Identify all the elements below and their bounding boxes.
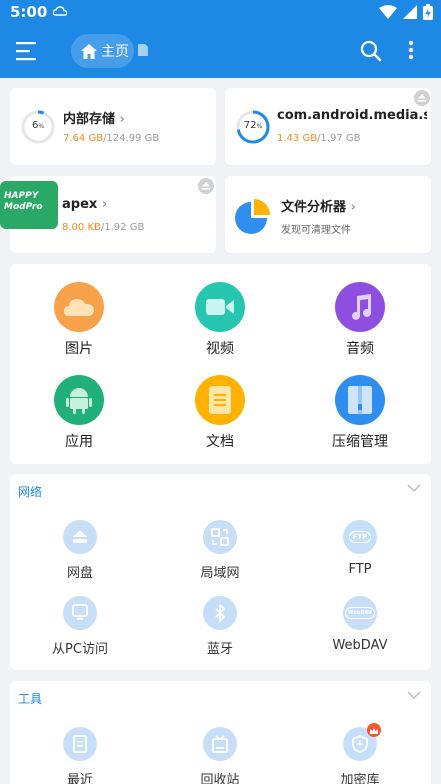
category-audio[interactable]: 音频 (315, 282, 405, 358)
bluetooth-icon (215, 604, 225, 622)
status-bar: 5:00 (0, 0, 441, 24)
eject-icon[interactable] (198, 178, 214, 194)
storage-size: 7.64 GB/124.99 GB (63, 133, 160, 144)
cloud-drive-icon (73, 530, 87, 543)
menu-icon[interactable] (14, 38, 40, 64)
ftp-icon: FTP (348, 531, 372, 543)
premium-crown-icon (367, 723, 381, 737)
tool-vault[interactable]: 加密库 (310, 723, 410, 784)
home-icon (81, 43, 97, 59)
recent-icon (73, 735, 87, 753)
usage-ring: 72% (235, 109, 271, 145)
section-title: 网络 (18, 485, 43, 499)
section-title: 工具 (18, 692, 43, 706)
happymod-logo: HAPPY ModPro (0, 181, 58, 229)
storage-card-apex[interactable]: HAPPY ModPro apex › 8.00 KB/1.92 GB (0, 176, 216, 253)
storage-title: 内部存储 › (63, 112, 125, 127)
tool-recent[interactable]: 最近 (30, 727, 130, 784)
category-images[interactable]: 图片 (34, 282, 124, 358)
image-icon (64, 299, 94, 316)
category-archives[interactable]: 压缩管理 (315, 375, 405, 451)
category-videos[interactable]: 视频 (175, 282, 265, 358)
storage-card-media[interactable]: 72% com.android.media.s... › 1.43 GB/1.9… (225, 88, 431, 165)
analyzer-title: 文件分析器 › (281, 200, 356, 215)
breadcrumb-home[interactable]: 主页 (71, 34, 134, 68)
signal-icon (403, 5, 417, 19)
more-options-icon[interactable] (408, 40, 414, 60)
breadcrumb-label: 主页 (101, 44, 129, 60)
archive-icon (348, 386, 372, 414)
storage-title: apex › (62, 197, 108, 212)
tools-section: 工具 最近 回收站 加密库 (10, 681, 431, 784)
storage-title: com.android.media.s... › (277, 108, 427, 123)
pc-access-icon (72, 604, 88, 620)
category-card: 图片 视频 音频 应用 文档 压缩管理 (10, 264, 431, 464)
network-section: 网络 网盘 局域网 FTP FTP 从PC访问 蓝牙 WebDAV WebDAV (10, 474, 431, 670)
webdav-icon: WebDAV (345, 607, 375, 619)
search-icon[interactable] (360, 40, 382, 62)
app-bar: 主页 (0, 24, 441, 78)
storage-size: 1.43 GB/1.97 GB (277, 133, 361, 144)
cloud-sync-icon (53, 6, 67, 16)
file-analyzer-card[interactable]: 文件分析器 › 发现可清理文件 (225, 176, 431, 253)
lan-icon (211, 528, 229, 546)
category-apps[interactable]: 应用 (34, 375, 124, 451)
vault-icon (352, 735, 368, 753)
battery-charging-icon (423, 4, 433, 20)
storage-size: 8.00 KB/1.92 GB (62, 222, 145, 233)
android-icon (66, 388, 92, 414)
network-cloud-drive[interactable]: 网盘 (30, 520, 130, 581)
storage-card-internal[interactable]: 6% 内部存储 › 7.64 GB/124.99 GB (10, 88, 216, 165)
wifi-icon (379, 5, 397, 19)
chevron-down-icon[interactable] (407, 484, 421, 493)
video-icon (206, 299, 234, 315)
status-time: 5:00 (10, 3, 48, 21)
analyzer-subtitle: 发现可清理文件 (281, 225, 351, 236)
music-icon (352, 294, 371, 320)
pie-chart-icon (235, 199, 270, 234)
eject-icon[interactable] (414, 90, 430, 106)
network-webdav[interactable]: WebDAV WebDAV (310, 596, 410, 653)
network-bluetooth[interactable]: 蓝牙 (170, 596, 270, 657)
breadcrumb-file-icon (138, 44, 148, 56)
network-pc-access[interactable]: 从PC访问 (30, 596, 130, 657)
usage-ring: 6% (20, 109, 56, 145)
recycle-bin-icon (212, 735, 228, 753)
network-lan[interactable]: 局域网 (170, 520, 270, 581)
document-icon (209, 386, 231, 414)
category-documents[interactable]: 文档 (175, 375, 265, 451)
network-ftp[interactable]: FTP FTP (310, 520, 410, 577)
chevron-down-icon[interactable] (407, 691, 421, 700)
tool-recycle-bin[interactable]: 回收站 (170, 727, 270, 784)
